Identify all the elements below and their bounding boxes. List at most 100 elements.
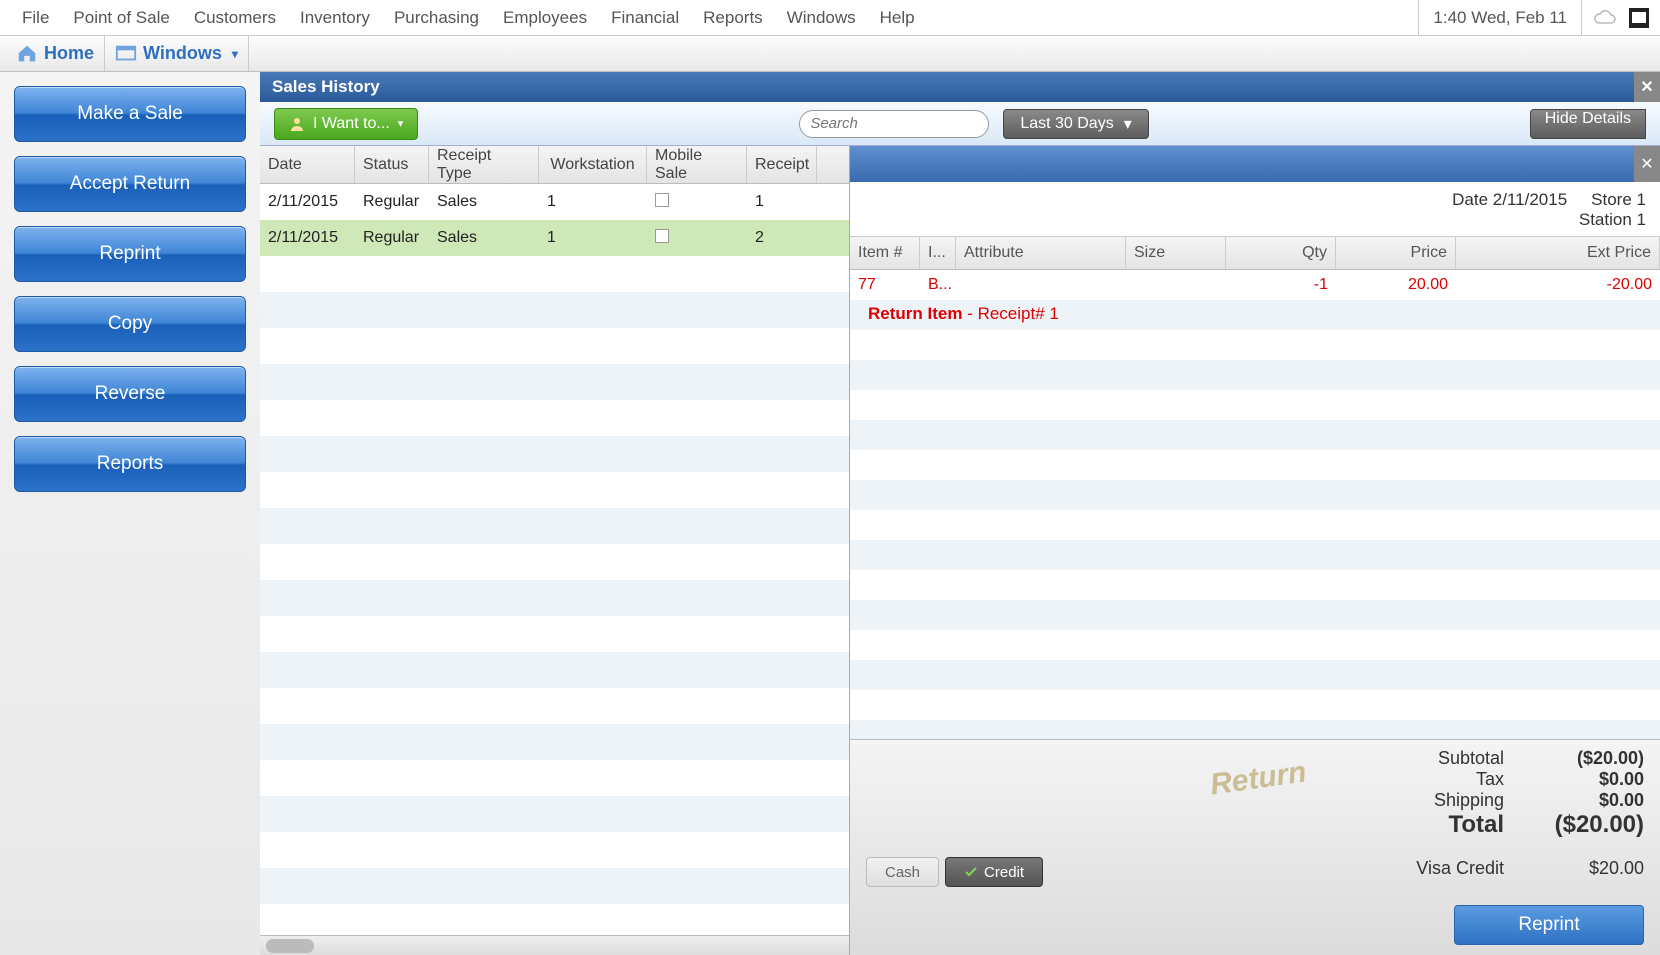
- history-grid: Date Status Receipt Type Workstation Mob…: [260, 146, 850, 955]
- col-item-no[interactable]: Item #: [850, 237, 920, 269]
- windows-button[interactable]: Windows ▾: [105, 36, 249, 71]
- toolbar: I Want to... ▾ Last 30 Days ▾ Hide Detai…: [260, 102, 1660, 146]
- table-row[interactable]: 2/11/2015 Regular Sales 1 1: [260, 184, 849, 220]
- col-date[interactable]: Date: [260, 146, 355, 183]
- checkbox-icon[interactable]: [655, 229, 669, 243]
- home-button[interactable]: Home: [6, 36, 105, 71]
- detail-titlebar: ✕: [850, 146, 1660, 182]
- detail-pane: ✕ Date 2/11/2015 Store 1 Station 1 Item …: [850, 146, 1660, 955]
- credit-button[interactable]: Credit: [945, 857, 1043, 887]
- menu-employees[interactable]: Employees: [491, 8, 599, 28]
- cell-rtype: Sales: [429, 229, 539, 247]
- i-want-to-button[interactable]: I Want to... ▾: [274, 108, 418, 140]
- cell-mobile[interactable]: [647, 229, 747, 248]
- cell-date: 2/11/2015: [260, 229, 355, 247]
- totals-area: Return Subtotal($20.00) Tax$0.00 Shippin…: [850, 739, 1660, 955]
- cell-ext: -20.00: [1456, 276, 1660, 294]
- clock: 1:40 Wed, Feb 11: [1418, 0, 1582, 36]
- menu-bar: File Point of Sale Customers Inventory P…: [0, 0, 1660, 36]
- detail-station-label: Station 1: [1579, 210, 1646, 229]
- cell-status: Regular: [355, 229, 429, 247]
- chevron-down-icon: ▾: [398, 117, 404, 130]
- reprint-button[interactable]: Reprint: [14, 226, 246, 282]
- cell-rtype: Sales: [429, 193, 539, 211]
- cell-price: 20.00: [1336, 276, 1456, 294]
- close-icon[interactable]: ✕: [1634, 146, 1660, 182]
- cell-status: Regular: [355, 193, 429, 211]
- tender-amount: $20.00: [1534, 858, 1644, 879]
- sidebar: Make a Sale Accept Return Reprint Copy R…: [0, 72, 260, 955]
- detail-meta-row2: Station 1: [850, 210, 1660, 236]
- col-status[interactable]: Status: [355, 146, 429, 183]
- cell-date: 2/11/2015: [260, 193, 355, 211]
- shipping-value: $0.00: [1534, 790, 1644, 811]
- check-icon: [964, 865, 978, 879]
- cell-ws: 1: [539, 229, 647, 247]
- items-header: Item # I... Attribute Size Qty Price Ext…: [850, 236, 1660, 270]
- menu-file[interactable]: File: [10, 8, 61, 28]
- menu-windows[interactable]: Windows: [775, 8, 868, 28]
- search-box[interactable]: [799, 110, 989, 138]
- menu-inventory[interactable]: Inventory: [288, 8, 382, 28]
- col-size[interactable]: Size: [1126, 237, 1226, 269]
- total-value: ($20.00): [1534, 811, 1644, 839]
- windows-label: Windows: [143, 43, 222, 64]
- search-input[interactable]: [810, 115, 1011, 132]
- i-want-to-label: I Want to...: [313, 115, 390, 133]
- col-attribute[interactable]: Attribute: [956, 237, 1126, 269]
- accept-return-button[interactable]: Accept Return: [14, 156, 246, 212]
- detail-store-label: Store 1: [1591, 190, 1646, 210]
- return-item-label: Return Item: [868, 304, 962, 323]
- col-receipt-type[interactable]: Receipt Type: [429, 146, 539, 183]
- menu-reports[interactable]: Reports: [691, 8, 775, 28]
- col-price[interactable]: Price: [1336, 237, 1456, 269]
- grid-body[interactable]: 2/11/2015 Regular Sales 1 1 2/11/2015 Re…: [260, 184, 849, 935]
- col-ext-price[interactable]: Ext Price: [1456, 237, 1660, 269]
- credit-label: Credit: [984, 864, 1024, 881]
- fullscreen-icon[interactable]: [1628, 7, 1650, 29]
- cash-button[interactable]: Cash: [866, 857, 939, 887]
- cell-qty: -1: [1226, 276, 1336, 294]
- col-receipt[interactable]: Receipt: [747, 146, 817, 183]
- windows-icon: [115, 43, 137, 65]
- cell-item-no: 77: [850, 276, 920, 294]
- reverse-button[interactable]: Reverse: [14, 366, 246, 422]
- cell-mobile[interactable]: [647, 193, 747, 212]
- date-range-dropdown[interactable]: Last 30 Days ▾: [1003, 109, 1148, 139]
- horizontal-scrollbar[interactable]: [260, 935, 849, 955]
- col-workstation[interactable]: Workstation: [539, 146, 647, 183]
- menu-pos[interactable]: Point of Sale: [61, 8, 181, 28]
- tender-label: Visa Credit: [1416, 858, 1504, 879]
- reprint-detail-button[interactable]: Reprint: [1454, 905, 1644, 945]
- cloud-icon[interactable]: [1592, 9, 1618, 27]
- home-label: Home: [44, 43, 94, 64]
- home-icon: [16, 43, 38, 65]
- total-label: Total: [1394, 811, 1504, 839]
- menu-purchasing[interactable]: Purchasing: [382, 8, 491, 28]
- cell-receipt: 1: [747, 193, 817, 211]
- make-sale-button[interactable]: Make a Sale: [14, 86, 246, 142]
- close-icon[interactable]: ✕: [1634, 72, 1660, 102]
- hide-details-button[interactable]: Hide Details: [1530, 109, 1646, 139]
- grid-header: Date Status Receipt Type Workstation Mob…: [260, 146, 849, 184]
- scrollbar-thumb[interactable]: [266, 939, 314, 953]
- cell-receipt: 2: [747, 229, 817, 247]
- menu-customers[interactable]: Customers: [182, 8, 288, 28]
- checkbox-icon[interactable]: [655, 193, 669, 207]
- col-mobile-sale[interactable]: Mobile Sale: [647, 146, 747, 183]
- col-qty[interactable]: Qty: [1226, 237, 1336, 269]
- subtotal-value: ($20.00): [1534, 748, 1644, 769]
- menu-help[interactable]: Help: [868, 8, 927, 28]
- item-row[interactable]: 77 B... -1 20.00 -20.00: [850, 270, 1660, 300]
- chevron-down-icon: ▾: [1124, 114, 1132, 134]
- col-i[interactable]: I...: [920, 237, 956, 269]
- shipping-label: Shipping: [1394, 790, 1504, 811]
- reports-button[interactable]: Reports: [14, 436, 246, 492]
- detail-date-label: Date 2/11/2015: [1452, 190, 1567, 210]
- table-row[interactable]: 2/11/2015 Regular Sales 1 2: [260, 220, 849, 256]
- detail-meta-row1: Date 2/11/2015 Store 1: [850, 182, 1660, 210]
- copy-button[interactable]: Copy: [14, 296, 246, 352]
- page-title: Sales History: [272, 77, 380, 97]
- subtotal-label: Subtotal: [1394, 748, 1504, 769]
- menu-financial[interactable]: Financial: [599, 8, 691, 28]
